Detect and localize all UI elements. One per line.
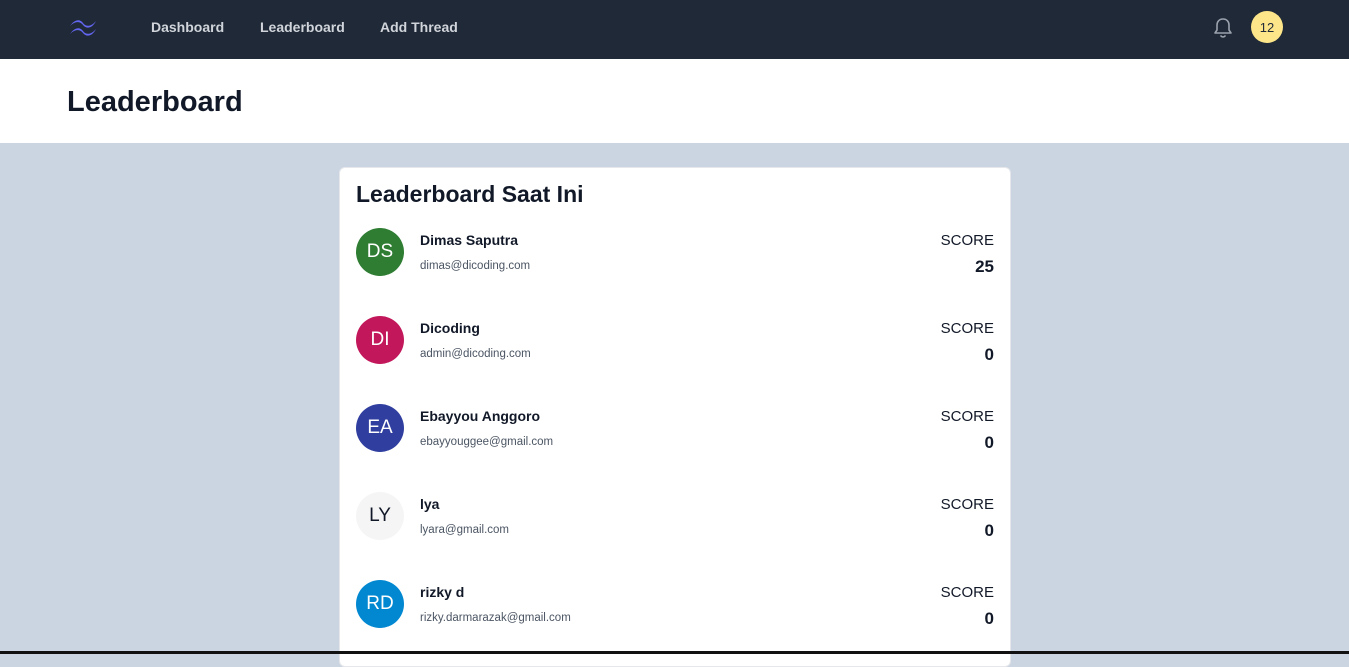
score-value: 0 bbox=[984, 609, 994, 628]
nav-link-leaderboard[interactable]: Leaderboard bbox=[260, 19, 345, 35]
page-title: Leaderboard bbox=[67, 86, 243, 118]
user-avatar: DI bbox=[356, 316, 404, 364]
score-value: 0 bbox=[984, 433, 994, 452]
logo-icon[interactable] bbox=[66, 15, 100, 39]
user-avatar: LY bbox=[356, 492, 404, 540]
top-navbar: Dashboard Leaderboard Add Thread 12 bbox=[0, 0, 1349, 59]
leaderboard-row: RD rizky d rizky.darmarazak@gmail.com SC… bbox=[356, 580, 994, 644]
user-name: Ebayyou Anggoro bbox=[420, 408, 541, 424]
user-name: Dicoding bbox=[420, 320, 480, 336]
score-label: SCORE bbox=[940, 320, 994, 337]
nav-link-add-thread[interactable]: Add Thread bbox=[380, 19, 458, 35]
user-name: Dimas Saputra bbox=[420, 232, 519, 248]
score-label: SCORE bbox=[940, 584, 994, 601]
nav-link-dashboard[interactable]: Dashboard bbox=[151, 19, 224, 35]
user-avatar: EA bbox=[356, 404, 404, 452]
user-email: lyara@gmail.com bbox=[420, 524, 510, 536]
user-email: ebayyouggee@gmail.com bbox=[420, 436, 554, 448]
leaderboard-card: Leaderboard Saat Ini DS Dimas Saputra di… bbox=[339, 167, 1011, 667]
user-avatar-badge[interactable]: 12 bbox=[1251, 11, 1283, 43]
leaderboard-row: DS Dimas Saputra dimas@dicoding.com SCOR… bbox=[356, 228, 994, 292]
score-label: SCORE bbox=[940, 496, 994, 513]
user-avatar: DS bbox=[356, 228, 404, 276]
score-label: SCORE bbox=[940, 408, 994, 425]
user-name: rizky d bbox=[420, 584, 465, 600]
user-name: lya bbox=[420, 496, 440, 512]
leaderboard-row: DI Dicoding admin@dicoding.com SCORE 0 bbox=[356, 316, 994, 380]
score-label: SCORE bbox=[940, 232, 994, 249]
user-email: rizky.darmarazak@gmail.com bbox=[420, 612, 571, 624]
bell-icon[interactable] bbox=[1211, 16, 1235, 40]
leaderboard-title: Leaderboard Saat Ini bbox=[356, 181, 584, 207]
user-email: dimas@dicoding.com bbox=[420, 260, 531, 272]
leaderboard-row: LY lya lyara@gmail.com SCORE 0 bbox=[356, 492, 994, 556]
page-header: Leaderboard bbox=[0, 59, 1349, 143]
score-value: 0 bbox=[984, 521, 994, 540]
score-value: 0 bbox=[984, 345, 994, 364]
user-email: admin@dicoding.com bbox=[420, 348, 531, 360]
user-avatar: RD bbox=[356, 580, 404, 628]
score-value: 25 bbox=[975, 257, 994, 276]
leaderboard-row: EA Ebayyou Anggoro ebayyouggee@gmail.com… bbox=[356, 404, 994, 468]
